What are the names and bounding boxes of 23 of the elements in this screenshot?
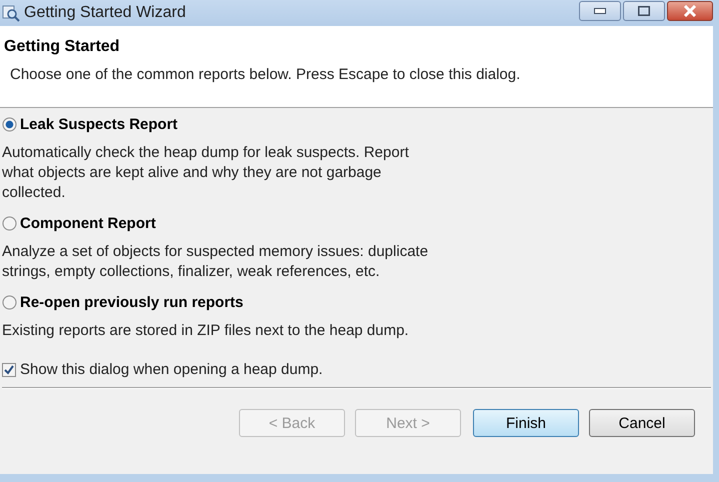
option-description: Automatically check the heap dump for leak suspects. Report what objects are kept alive and why they are not garbage collected. [2, 143, 410, 203]
show-dialog-checkbox-label[interactable]: Show this dialog when opening a heap dump. [2, 361, 323, 378]
minimize-icon [594, 8, 606, 14]
page-title: Getting Started [4, 38, 121, 56]
report-option[interactable]: Re-open previously run reports [2, 292, 244, 313]
maximize-button[interactable] [623, 1, 665, 21]
report-option[interactable]: Component Report [2, 213, 156, 234]
radio-button[interactable] [2, 117, 17, 132]
magnifier-icon [2, 4, 20, 22]
option-description: Existing reports are stored in ZIP files next to the heap dump. [2, 321, 410, 341]
dialog-button[interactable]: Finish [473, 409, 579, 437]
radio-button[interactable] [2, 295, 17, 310]
close-icon [683, 5, 697, 17]
report-option[interactable]: Leak Suspects Report [2, 114, 178, 135]
radio-button[interactable] [2, 216, 17, 231]
dialog-button[interactable]: Cancel [589, 409, 695, 437]
page-message: Choose one of the common reports below. Press Escape to close this dialog. [9, 66, 522, 83]
option-description: Analyze a set of objects for suspected memory issues: duplicate strings, empty collections, finalizer, weak references, etc. [2, 242, 430, 282]
close-button[interactable] [667, 1, 713, 21]
checkbox[interactable] [2, 362, 16, 376]
maximize-icon [638, 6, 650, 16]
window-title: Getting Started Wizard [24, 4, 187, 22]
minimize-button[interactable] [579, 1, 621, 21]
